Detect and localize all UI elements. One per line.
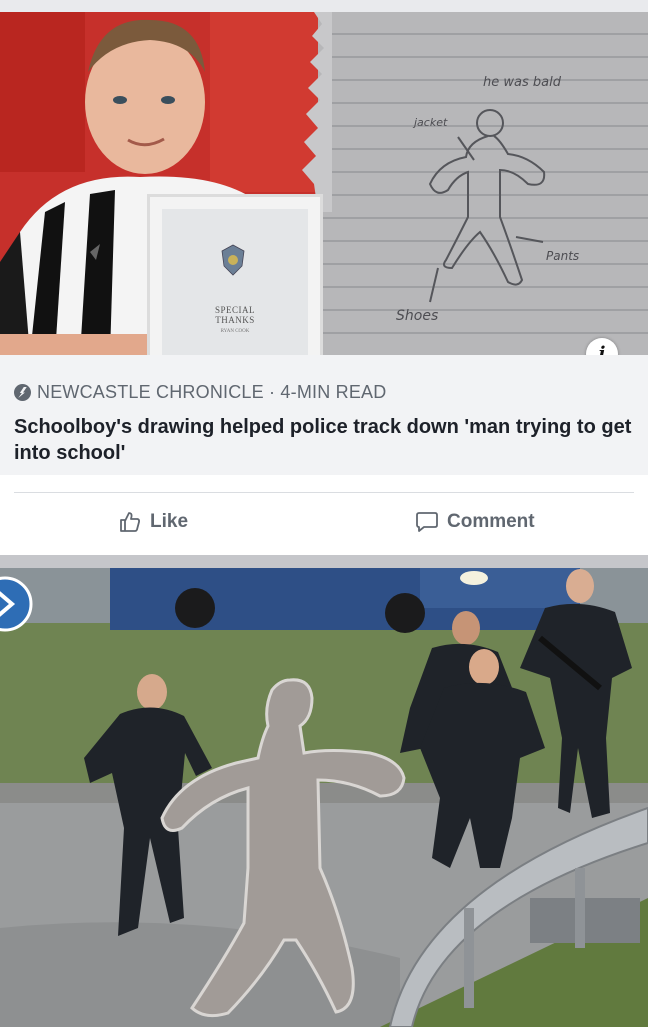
like-label: Like xyxy=(150,511,189,532)
torn-edge xyxy=(302,12,332,212)
link-preview-image[interactable]: he was bald jacket Pants Shoes SPECIAL T… xyxy=(0,12,648,355)
source-text: NEWCASTLE CHRONICLE · 4-MIN READ xyxy=(37,382,387,402)
police-meme-photo[interactable] xyxy=(0,568,648,1027)
top-strip xyxy=(0,0,648,12)
comment-button[interactable]: Comment xyxy=(415,510,535,534)
notebook-drawing: he was bald jacket Pants Shoes xyxy=(318,12,648,355)
article-source: NEWCASTLE CHRONICLE · 4-MIN READ xyxy=(14,382,386,403)
drawing-label-pants: Pants xyxy=(546,249,579,263)
drawing-label-top: he was bald xyxy=(483,75,562,90)
certificate-frame: SPECIAL THANKS RYAN COOK xyxy=(147,194,323,355)
certificate-name: RYAN COOK xyxy=(220,329,250,334)
lightning-icon xyxy=(14,384,31,401)
thumbs-up-icon xyxy=(120,512,140,532)
comment-label: Comment xyxy=(447,511,535,532)
certificate-title: SPECIAL THANKS xyxy=(214,305,255,325)
divider xyxy=(14,492,634,493)
drawing-label-shoes: Shoes xyxy=(396,308,438,324)
article-headline[interactable]: Schoolboy's drawing helped police track … xyxy=(14,414,634,466)
speech-bubble-icon xyxy=(416,512,438,532)
action-bar: Like Comment xyxy=(0,500,648,548)
drawing-label-jacket: jacket xyxy=(412,116,448,129)
police-crest-icon xyxy=(221,244,245,276)
like-button[interactable]: Like xyxy=(118,510,188,534)
post-separator xyxy=(0,555,648,568)
